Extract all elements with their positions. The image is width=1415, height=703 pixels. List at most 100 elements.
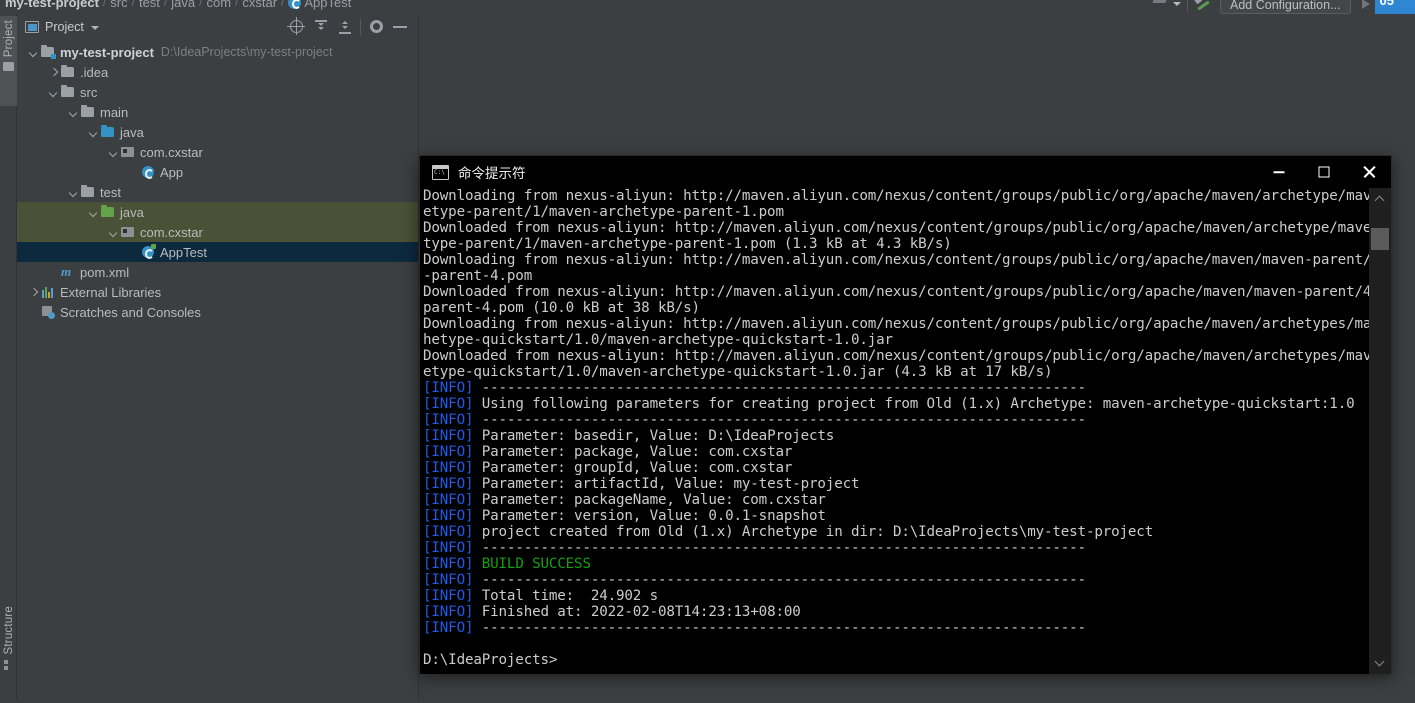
console-line-text: Finished at: 2022-02-08T14:23:13+08:00 bbox=[473, 604, 801, 620]
locate-icon[interactable] bbox=[285, 16, 309, 38]
console-line: hetype-quickstart/1.0/maven-archetype-qu… bbox=[423, 332, 1369, 348]
console-line-text: etype-quickstart/1.0/maven-archetype-qui… bbox=[423, 364, 1053, 380]
chevron-down-icon[interactable] bbox=[27, 42, 40, 62]
console-line: [INFO] Finished at: 2022-02-08T14:23:13+… bbox=[423, 604, 1369, 620]
minimize-icon[interactable] bbox=[388, 16, 412, 38]
console-output: Downloading from nexus-aliyun: http://ma… bbox=[423, 188, 1391, 668]
chevron-down-icon[interactable] bbox=[67, 102, 80, 122]
project-icon bbox=[25, 21, 39, 33]
console-line-text: Downloaded from nexus-aliyun: http://mav… bbox=[423, 348, 1391, 364]
console-line-text: Downloaded from nexus-aliyun: http://mav… bbox=[423, 220, 1391, 236]
tree-item-label: External Libraries bbox=[60, 284, 162, 300]
chevron-down-icon[interactable] bbox=[107, 142, 120, 162]
package-icon bbox=[120, 222, 137, 242]
add-configuration-button[interactable]: Add Configuration... bbox=[1220, 0, 1351, 14]
console-line: [INFO] Parameter: version, Value: 0.0.1-… bbox=[423, 508, 1369, 524]
tree-item-test[interactable]: test bbox=[17, 182, 418, 202]
console-info-tag: [INFO] bbox=[423, 524, 474, 540]
tree-item-src[interactable]: src bbox=[17, 82, 418, 102]
command-prompt-window: C:\ 命令提示符 Downloading from nexus-aliyun:… bbox=[419, 155, 1392, 674]
console-line-text: Parameter: packageName, Value: com.cxsta… bbox=[473, 492, 826, 508]
tree-item-pom[interactable]: m pom.xml bbox=[17, 262, 418, 282]
console-line: type-parent/1/maven-archetype-parent-1.p… bbox=[423, 236, 1369, 252]
status-badge[interactable]: 05 bbox=[1374, 0, 1415, 14]
tree-item-test-pkg[interactable]: com.cxstar bbox=[17, 222, 418, 242]
sidebar-item-project[interactable]: Project bbox=[0, 16, 17, 106]
hammer-icon[interactable] bbox=[1194, 0, 1212, 13]
test-source-folder-icon bbox=[100, 202, 117, 222]
console-line: Downloaded from nexus-aliyun: http://mav… bbox=[423, 220, 1391, 236]
tree-item-scratches[interactable]: Scratches and Consoles bbox=[17, 302, 418, 322]
gear-icon[interactable] bbox=[364, 16, 388, 38]
tree-item-path: D:\IdeaProjects\my-test-project bbox=[160, 45, 333, 59]
console-line: [INFO] BUILD SUCCESS bbox=[423, 556, 1369, 572]
class-icon bbox=[288, 0, 302, 9]
maximize-button[interactable] bbox=[1301, 156, 1346, 188]
breadcrumb-item-java[interactable]: java bbox=[168, 0, 198, 10]
tree-item-test-java[interactable]: java bbox=[17, 202, 418, 222]
close-button[interactable] bbox=[1346, 156, 1391, 188]
chevron-down-icon[interactable] bbox=[90, 23, 100, 32]
breadcrumb-item-cxstar[interactable]: cxstar bbox=[239, 0, 280, 10]
tree-item-main[interactable]: main bbox=[17, 102, 418, 122]
breadcrumb-item-my-test-project[interactable]: my-test-project bbox=[2, 0, 102, 10]
tree-item-idea[interactable]: .idea bbox=[17, 62, 418, 82]
breadcrumb-item-label: cxstar bbox=[242, 0, 278, 10]
console-line: [INFO] Parameter: groupId, Value: com.cx… bbox=[423, 460, 1369, 476]
chevron-up-icon[interactable] bbox=[1369, 188, 1391, 210]
console-line: etype-parent/1/maven-archetype-parent-1.… bbox=[423, 204, 1369, 220]
sidebar-item-structure-label: Structure bbox=[2, 606, 15, 655]
run-play-icon[interactable] bbox=[1357, 0, 1375, 12]
tree-item-label: App bbox=[160, 164, 184, 180]
console-line-text: type-parent/1/maven-archetype-parent-1.p… bbox=[423, 236, 952, 252]
console-line: [INFO] ---------------------------------… bbox=[423, 540, 1369, 556]
scrollbar-thumb[interactable] bbox=[1371, 228, 1389, 250]
console-line: etype-quickstart/1.0/maven-archetype-qui… bbox=[423, 364, 1369, 380]
tree-item-app[interactable]: App bbox=[17, 162, 418, 182]
console-line-text: Parameter: basedir, Value: D:\IdeaProjec… bbox=[473, 428, 835, 444]
command-prompt-titlebar[interactable]: C:\ 命令提示符 bbox=[420, 156, 1391, 188]
console-line-text: etype-parent/1/maven-archetype-parent-1.… bbox=[423, 204, 784, 220]
left-tool-strip: Project Structure bbox=[0, 14, 17, 703]
chevron-right-icon[interactable] bbox=[27, 282, 40, 302]
chevron-down-icon[interactable] bbox=[1369, 652, 1391, 674]
chevron-down-icon[interactable] bbox=[87, 202, 100, 222]
chevron-down-icon[interactable] bbox=[47, 82, 60, 102]
chevron-down-icon[interactable] bbox=[87, 122, 100, 142]
chevron-down-icon[interactable] bbox=[107, 222, 120, 242]
toolbar-divider bbox=[1187, 0, 1188, 12]
console-line: [INFO] ---------------------------------… bbox=[423, 572, 1369, 588]
console-line-text: parent-4.pom (10.0 kB at 38 kB/s) bbox=[423, 300, 700, 316]
tree-item-main-pkg[interactable]: com.cxstar bbox=[17, 142, 418, 162]
expand-all-icon[interactable] bbox=[309, 16, 333, 38]
chevron-down-icon[interactable] bbox=[1172, 0, 1181, 11]
collapse-all-icon[interactable] bbox=[333, 16, 357, 38]
console-line-text: ----------------------------------------… bbox=[473, 620, 1086, 636]
console-scrollbar[interactable] bbox=[1369, 188, 1391, 674]
tree-item-main-java[interactable]: java bbox=[17, 122, 418, 142]
console-line: [INFO] Parameter: packageName, Value: co… bbox=[423, 492, 1369, 508]
breadcrumb-item-com[interactable]: com bbox=[203, 0, 234, 10]
project-tool-window: Project my-test-project D:\IdeaProjects\m… bbox=[17, 14, 419, 703]
tool-window-icon[interactable] bbox=[1150, 0, 1172, 13]
chevron-down-icon[interactable] bbox=[67, 182, 80, 202]
console-info-tag: [INFO] bbox=[423, 508, 474, 524]
breadcrumb-item-src[interactable]: src bbox=[107, 0, 130, 10]
sidebar-item-structure[interactable]: Structure bbox=[0, 602, 17, 702]
folder-icon bbox=[80, 182, 97, 202]
tree-no-chevron bbox=[47, 262, 60, 282]
tree-item-external-libraries[interactable]: External Libraries bbox=[17, 282, 418, 302]
tree-item-my-test-project[interactable]: my-test-project D:\IdeaProjects\my-test-p… bbox=[17, 42, 418, 62]
minimize-button[interactable] bbox=[1256, 156, 1301, 188]
chevron-right-icon[interactable] bbox=[47, 62, 60, 82]
breadcrumb-item-test[interactable]: test bbox=[136, 0, 163, 10]
tree-item-apptest[interactable]: AppTest bbox=[17, 242, 418, 262]
console-line: [INFO] Parameter: basedir, Value: D:\Ide… bbox=[423, 428, 1369, 444]
breadcrumb-item-label: test bbox=[138, 0, 160, 10]
console-info-tag: [INFO] bbox=[423, 460, 474, 476]
tree-item-label: main bbox=[100, 104, 129, 120]
breadcrumb-item-apptest[interactable]: AppTest bbox=[285, 0, 354, 10]
